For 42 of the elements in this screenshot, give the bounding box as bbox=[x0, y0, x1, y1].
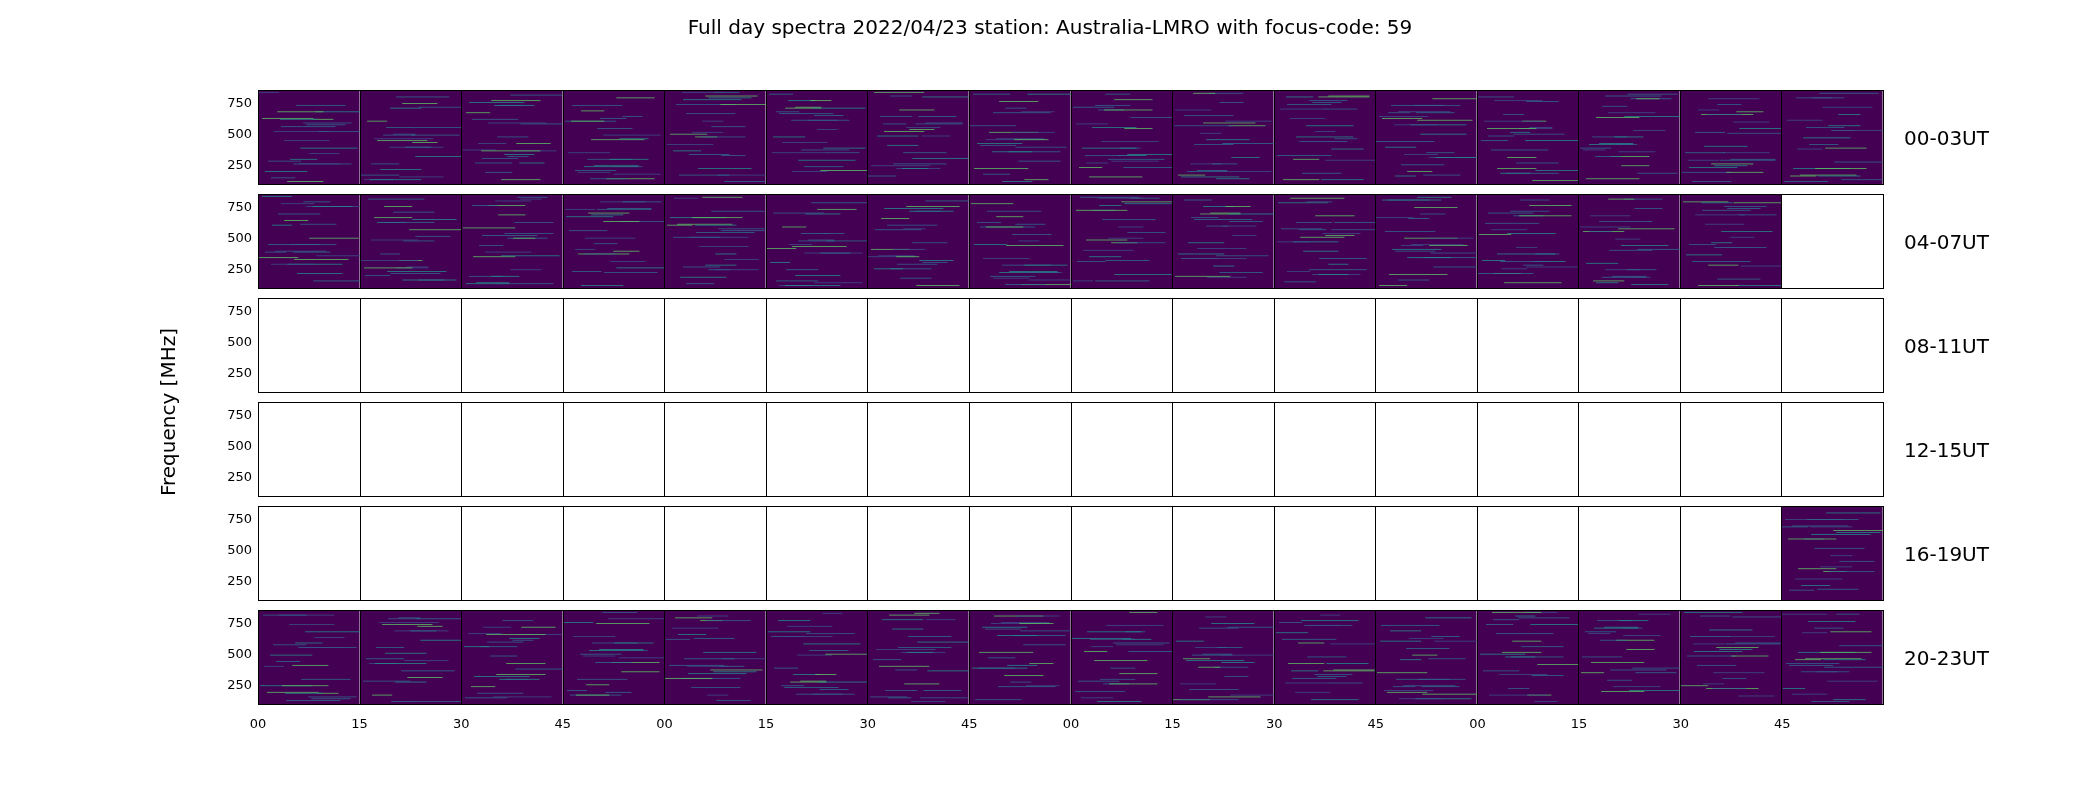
y-tick-label: 750 bbox=[227, 615, 252, 631]
y-tick-label: 750 bbox=[227, 95, 252, 111]
y-tick-label: 250 bbox=[227, 469, 252, 485]
row-label: 20-23UT bbox=[1904, 644, 1989, 672]
y-tick-label: 500 bbox=[227, 438, 252, 454]
x-tick-label: 45 bbox=[961, 715, 978, 733]
y-tick-label: 750 bbox=[227, 407, 252, 423]
row-label: 08-11UT bbox=[1904, 332, 1989, 360]
x-tick-label: 45 bbox=[1367, 715, 1385, 733]
y-axis-label: Frequency [MHz] bbox=[156, 327, 180, 496]
x-tick-label: 15 bbox=[757, 715, 775, 733]
y-tick-label: 250 bbox=[227, 573, 252, 589]
y-tick-label: 250 bbox=[227, 261, 252, 277]
row-label: 04-07UT bbox=[1904, 228, 1989, 256]
x-tick-label: 30 bbox=[453, 715, 470, 733]
y-tick-label: 250 bbox=[227, 157, 252, 173]
x-tick-label: 15 bbox=[351, 715, 368, 733]
y-tick-label: 500 bbox=[227, 126, 252, 142]
y-tick-label: 500 bbox=[227, 646, 252, 662]
y-tick-label: 500 bbox=[227, 230, 252, 246]
row-label: 00-03UT bbox=[1904, 124, 1989, 152]
x-tick-label: 30 bbox=[1266, 715, 1283, 733]
x-tick-label: 00 bbox=[249, 715, 267, 733]
y-tick-label: 500 bbox=[227, 334, 252, 350]
y-tick-label: 250 bbox=[227, 365, 252, 381]
y-tick-label: 250 bbox=[227, 677, 252, 693]
x-tick-label: 00 bbox=[1469, 715, 1486, 733]
row-label: 12-15UT bbox=[1904, 436, 1989, 464]
y-tick-label: 500 bbox=[227, 542, 252, 558]
x-tick-label: 15 bbox=[1164, 715, 1181, 733]
x-tick-label: 30 bbox=[1672, 715, 1689, 733]
x-tick-label: 45 bbox=[1774, 715, 1791, 733]
y-tick-label: 750 bbox=[227, 511, 252, 527]
figure-title: Full day spectra 2022/04/23 station: Australia-LMRO with focus-code: 59 bbox=[687, 14, 1413, 41]
x-tick-label: 00 bbox=[1062, 715, 1080, 733]
x-tick-label: 45 bbox=[554, 715, 572, 733]
x-tick-label: 30 bbox=[859, 715, 876, 733]
y-tick-label: 750 bbox=[227, 199, 252, 215]
row-label: 16-19UT bbox=[1904, 540, 1989, 568]
x-tick-label: 00 bbox=[656, 715, 673, 733]
x-tick-label: 15 bbox=[1570, 715, 1588, 733]
y-tick-label: 750 bbox=[227, 303, 252, 319]
